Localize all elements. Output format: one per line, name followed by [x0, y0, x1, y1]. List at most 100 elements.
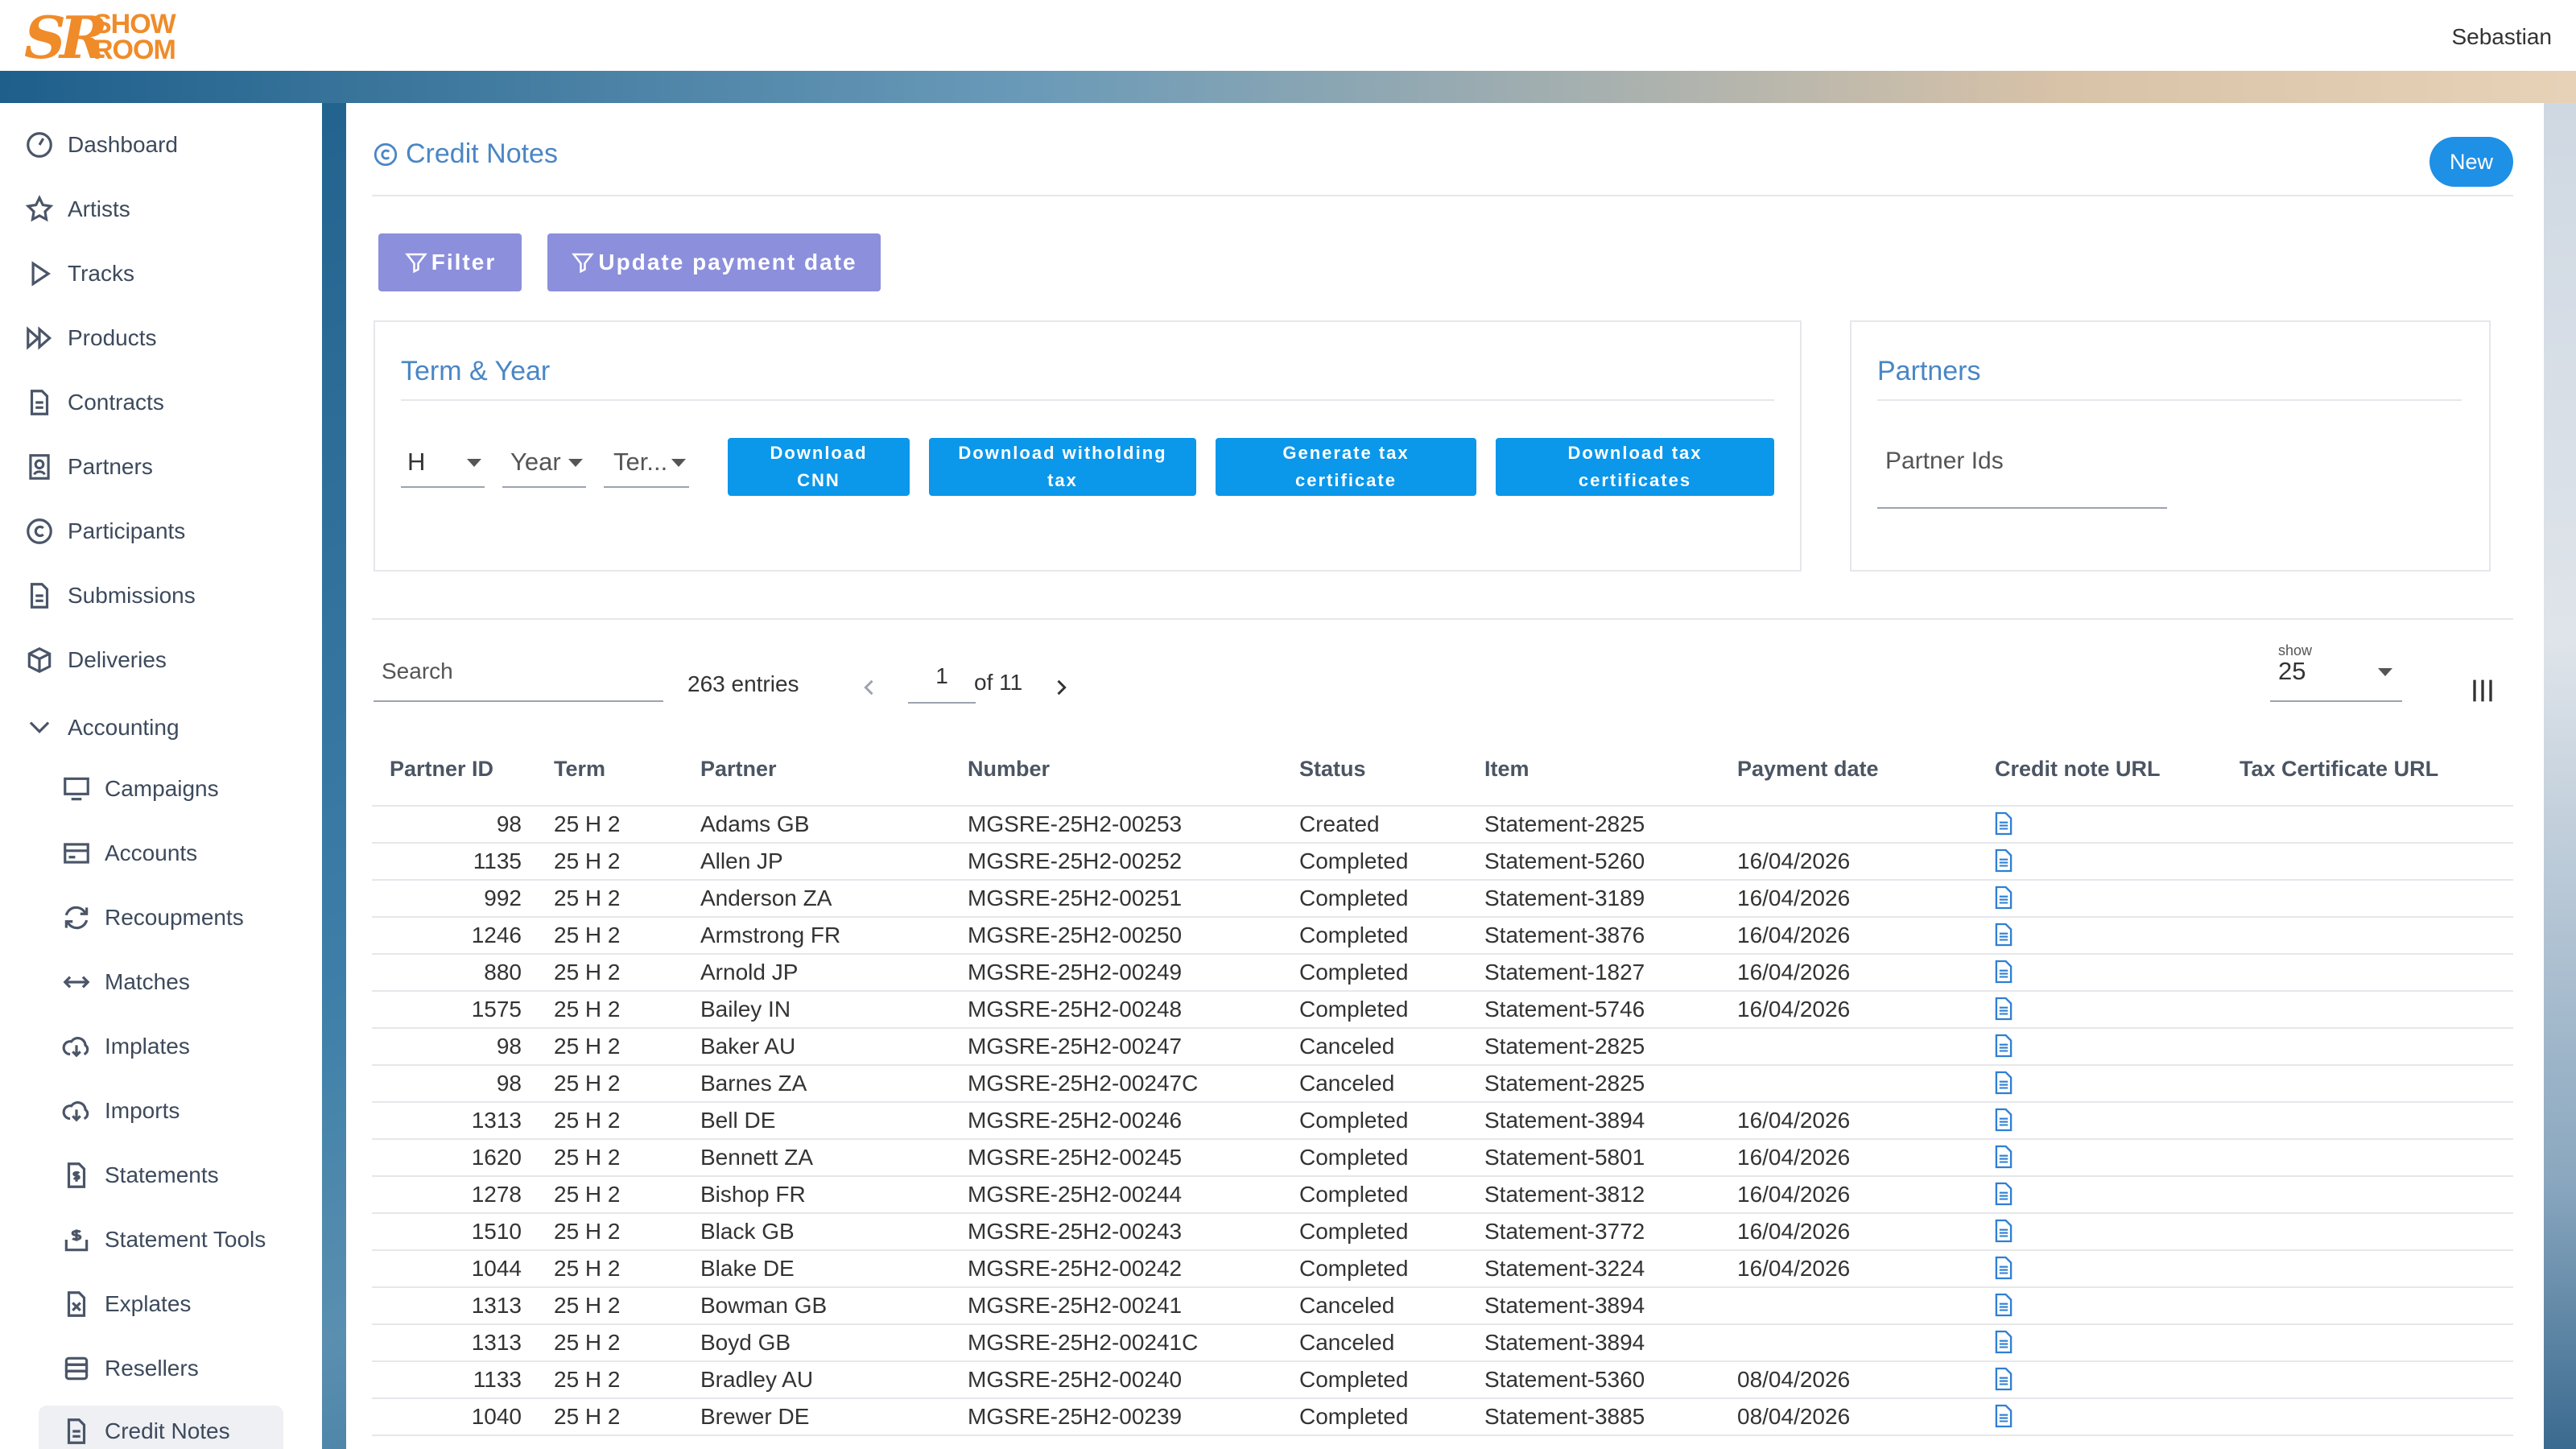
column-payment-date[interactable]: Payment date: [1737, 757, 1879, 782]
credit-note-document-icon[interactable]: [1993, 959, 2014, 985]
title-divider: [372, 195, 2513, 196]
sidebar-item-artists[interactable]: Artists: [24, 187, 130, 232]
cell-item: Statement-3876: [1484, 923, 1645, 947]
credit-note-document-icon[interactable]: [1993, 1292, 2014, 1318]
credit-note-document-icon[interactable]: [1993, 1181, 2014, 1207]
table-row[interactable]: 1313 25 H 2 Bell DE MGSRE-25H2-00246 Complet…: [372, 1103, 2513, 1140]
credit-note-document-icon[interactable]: [1993, 1403, 2014, 1429]
sidebar-item-statement-tools[interactable]: Statement Tools: [61, 1217, 266, 1262]
cell-partner: Black GB: [700, 1219, 795, 1244]
table-row[interactable]: 1510 25 H 2 Black GB MGSRE-25H2-00243 Comple…: [372, 1214, 2513, 1251]
credit-note-document-icon[interactable]: [1993, 1107, 2014, 1133]
button-label-line: CNN: [797, 470, 840, 490]
column-number[interactable]: Number: [968, 757, 1050, 782]
cell-partner: Bailey IN: [700, 997, 791, 1022]
user-name[interactable]: Sebastian: [2451, 24, 2552, 50]
sidebar-item-label: Participants: [68, 518, 186, 543]
table-row[interactable]: 1133 25 H 2 Bradley AU MGSRE-25H2-00240 Comp…: [372, 1362, 2513, 1399]
cell-partner: Brewer DE: [700, 1404, 810, 1429]
credit-note-document-icon[interactable]: [1993, 1033, 2014, 1059]
cell-partner: Blake DE: [700, 1256, 795, 1281]
sidebar-item-resellers[interactable]: Resellers: [61, 1346, 199, 1391]
table-row[interactable]: 1040 25 H 2 Brewer DE MGSRE-25H2-00239 Compl…: [372, 1399, 2513, 1436]
table-row[interactable]: 1044 25 H 2 Blake DE MGSRE-25H2-00242 Comple…: [372, 1251, 2513, 1288]
cell-item: Statement-1827: [1484, 960, 1645, 985]
column-item[interactable]: Item: [1484, 757, 1530, 782]
column-partner-id[interactable]: Partner ID: [390, 757, 493, 782]
credit-note-document-icon[interactable]: [1993, 1255, 2014, 1281]
sidebar-item-tracks[interactable]: Tracks: [24, 251, 134, 296]
table-row[interactable]: 1620 25 H 2 Bennett ZA MGSRE-25H2-00245 Comp…: [372, 1140, 2513, 1177]
term-select[interactable]: H: [401, 438, 485, 488]
cell-number: MGSRE-25H2-00248: [968, 997, 1183, 1022]
chevron-left-icon[interactable]: [858, 675, 881, 700]
generate-tax-certificate-label: Generate tax certificate: [1282, 440, 1409, 494]
sidebar-item-products[interactable]: Products: [24, 316, 157, 361]
sidebar-item-implates[interactable]: Implates: [61, 1024, 190, 1069]
year-select[interactable]: Year: [502, 438, 586, 488]
sidebar-item-contracts[interactable]: Contracts: [24, 380, 164, 425]
sidebar-item-submissions[interactable]: Submissions: [24, 573, 196, 618]
credit-note-document-icon[interactable]: [1993, 996, 2014, 1022]
column-credit-note-url[interactable]: Credit note URL: [1995, 757, 2161, 782]
sidebar-item-dashboard[interactable]: Dashboard: [24, 122, 178, 167]
sidebar-item-accounts[interactable]: Accounts: [61, 831, 197, 876]
credit-note-document-icon[interactable]: [1993, 811, 2014, 836]
sidebar-item-partners[interactable]: Partners: [24, 444, 153, 489]
search-placeholder: Search: [382, 658, 453, 683]
sidebar-item-statements[interactable]: Statements: [61, 1153, 219, 1198]
sidebar-item-credit-notes[interactable]: Credit Notes: [39, 1406, 283, 1449]
credit-note-document-icon[interactable]: [1993, 1329, 2014, 1355]
credit-note-document-icon[interactable]: [1993, 1144, 2014, 1170]
credit-note-document-icon[interactable]: [1993, 1218, 2014, 1244]
table-row[interactable]: 1575 25 H 2 Bailey IN MGSRE-25H2-00248 Compl…: [372, 992, 2513, 1029]
new-button[interactable]: New: [2429, 137, 2513, 187]
sidebar-item-imports[interactable]: Imports: [61, 1088, 180, 1133]
sidebar-item-matches[interactable]: Matches: [61, 960, 190, 1005]
table-row[interactable]: 1278 25 H 2 Bishop FR MGSRE-25H2-00244 Compl…: [372, 1177, 2513, 1214]
update-payment-date-button[interactable]: Update payment date: [547, 233, 881, 291]
download-tax-certificates-button[interactable]: Download tax certificates: [1496, 438, 1774, 496]
term-part-select[interactable]: Ter...: [604, 438, 689, 488]
table-row[interactable]: 1246 25 H 2 Armstrong FR MGSRE-25H2-00250 Co…: [372, 918, 2513, 955]
table-row[interactable]: 1313 25 H 2 Boyd GB MGSRE-25H2-00241C Cancel…: [372, 1325, 2513, 1362]
cell-payment-date: 16/04/2026: [1737, 886, 1851, 910]
page-size-select[interactable]: show 25: [2270, 642, 2402, 702]
partner-ids-input[interactable]: Partner Ids: [1877, 443, 2167, 509]
chevron-right-icon[interactable]: [1050, 675, 1072, 700]
sidebar-item-explates[interactable]: Explates: [61, 1282, 191, 1327]
sidebar-item-recoupments[interactable]: Recoupments: [61, 895, 244, 940]
generate-tax-certificate-button[interactable]: Generate tax certificate: [1216, 438, 1476, 496]
sidebar-item-participants[interactable]: Participants: [24, 509, 185, 554]
button-label-line: Download witholding: [958, 443, 1167, 463]
page-number-input[interactable]: 1: [908, 662, 976, 704]
column-term[interactable]: Term: [554, 757, 605, 782]
credit-note-document-icon[interactable]: [1993, 1366, 2014, 1392]
column-status[interactable]: Status: [1299, 757, 1366, 782]
credit-note-document-icon[interactable]: [1993, 848, 2014, 873]
table-row[interactable]: 880 25 H 2 Arnold JP MGSRE-25H2-00249 Comple…: [372, 955, 2513, 992]
table-row[interactable]: 98 25 H 2 Adams GB MGSRE-25H2-00253 Created S…: [372, 807, 2513, 844]
table-row[interactable]: 992 25 H 2 Anderson ZA MGSRE-25H2-00251 Comp…: [372, 881, 2513, 918]
document-icon: [30, 583, 49, 609]
table-row[interactable]: 1135 25 H 2 Allen JP MGSRE-25H2-00252 Comple…: [372, 844, 2513, 881]
logo-word-room: ROOM: [93, 35, 176, 65]
column-partner[interactable]: Partner: [700, 757, 777, 782]
sidebar-item-campaigns[interactable]: Campaigns: [61, 766, 219, 811]
credit-note-document-icon[interactable]: [1993, 885, 2014, 910]
showroom-logo[interactable]: SR SHOW ROOM: [24, 9, 193, 67]
cell-number: MGSRE-25H2-00251: [968, 886, 1183, 910]
column-tax-certificate-url[interactable]: Tax Certificate URL: [2240, 757, 2438, 782]
download-withholding-tax-button[interactable]: Download witholding tax: [929, 438, 1196, 496]
sidebar-item-accounting[interactable]: Accounting: [24, 705, 180, 750]
table-row[interactable]: 98 25 H 2 Barnes ZA MGSRE-25H2-00247C Cancel…: [372, 1066, 2513, 1103]
sidebar-item-deliveries[interactable]: Deliveries: [24, 638, 167, 683]
columns-icon[interactable]: [2467, 675, 2499, 707]
table-row[interactable]: 1313 25 H 2 Bowman GB MGSRE-25H2-00241 Cance…: [372, 1288, 2513, 1325]
credit-note-document-icon[interactable]: [1993, 1070, 2014, 1096]
search-input[interactable]: Search: [374, 654, 663, 702]
download-cnn-button[interactable]: Download CNN: [728, 438, 910, 496]
table-row[interactable]: 98 25 H 2 Baker AU MGSRE-25H2-00247 Canceled…: [372, 1029, 2513, 1066]
filter-button[interactable]: Filter: [378, 233, 522, 291]
credit-note-document-icon[interactable]: [1993, 922, 2014, 947]
